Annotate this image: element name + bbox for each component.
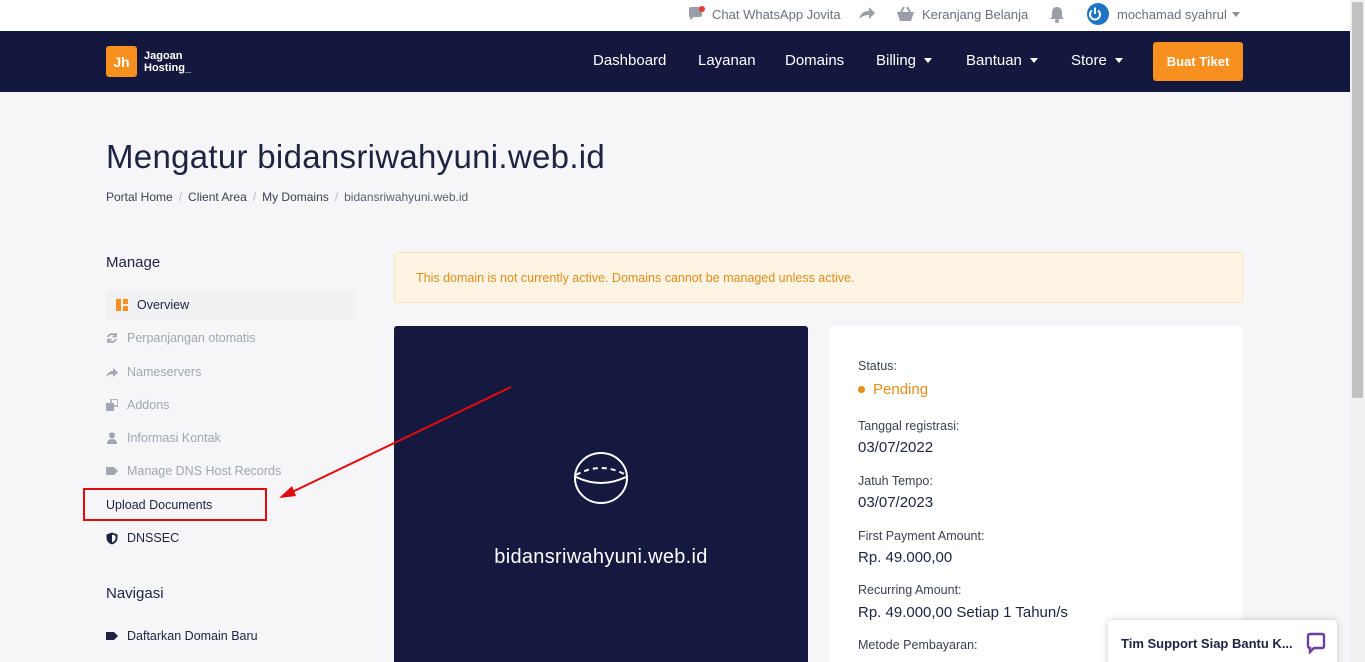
annotation-arrow (279, 386, 512, 498)
annotation-arrow-line (289, 386, 512, 494)
chat-icon (1306, 632, 1326, 654)
page-scrollbar[interactable] (1350, 0, 1365, 662)
scrollbar-thumb[interactable] (1352, 2, 1363, 398)
annotation-arrow-head (279, 486, 296, 498)
chat-widget-label: Tim Support Siap Bantu K... (1121, 635, 1293, 651)
support-chat-widget[interactable]: Tim Support Siap Bantu K... (1108, 620, 1337, 662)
